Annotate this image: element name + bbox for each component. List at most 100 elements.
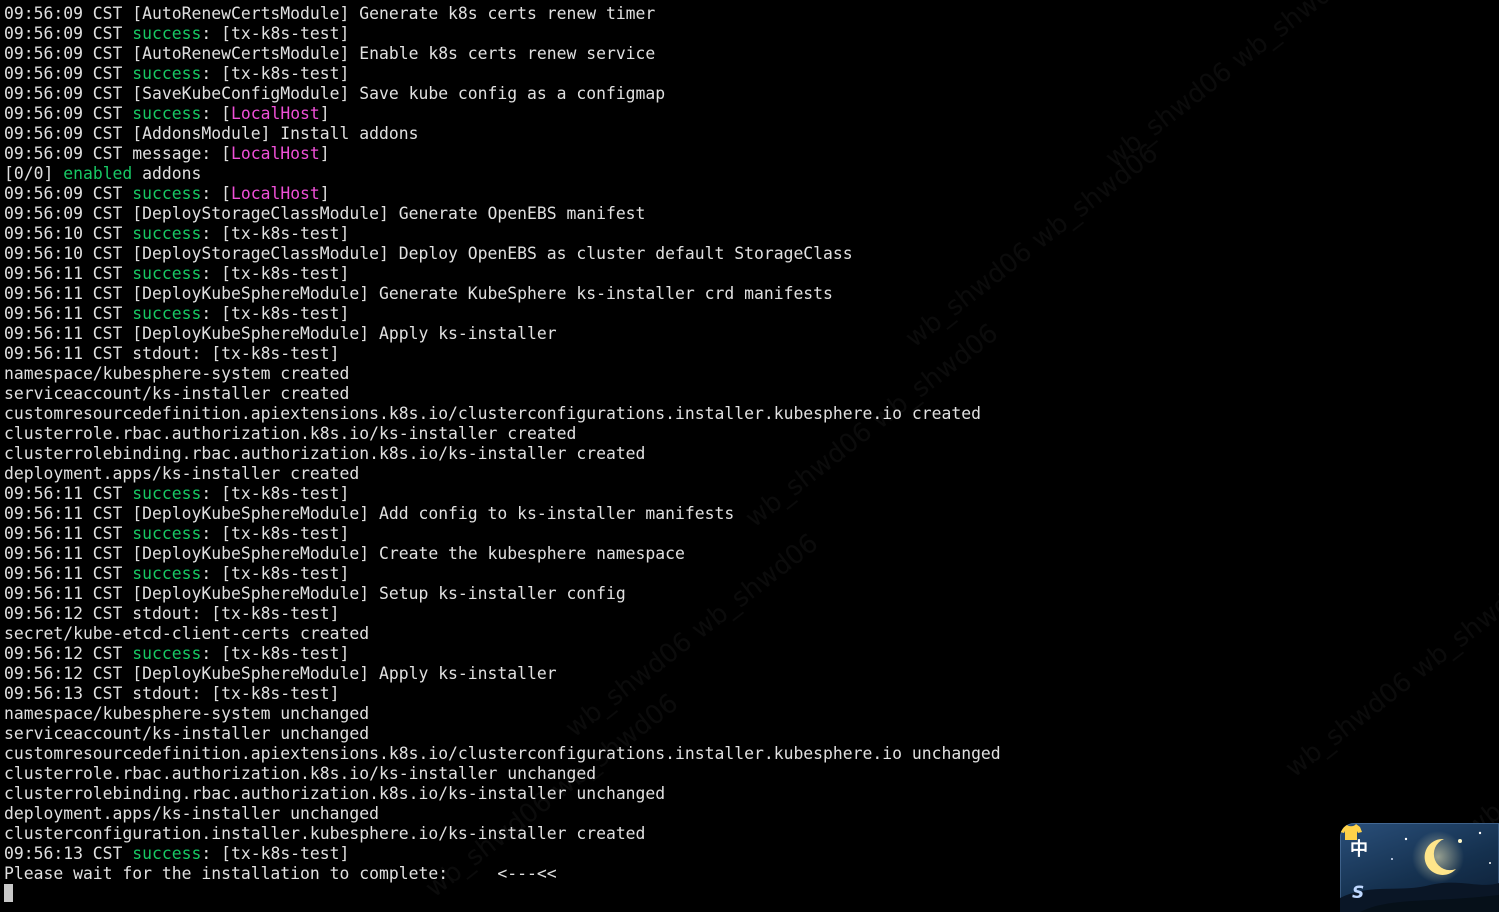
line-text: Please wait for the installation to comp…: [4, 864, 557, 883]
status-text: success: [132, 564, 202, 583]
line-text: 09:56:13 CST: [4, 844, 133, 863]
line-text: 09:56:13 CST stdout: [tx-k8s-test]: [4, 684, 340, 703]
line-text: : [tx-k8s-test]: [201, 644, 350, 663]
watermark-text: wb_shwd06 wb_shwd06: [1460, 628, 1499, 843]
terminal-line: serviceaccount/ks-installer created: [4, 384, 1334, 404]
terminal-line: namespace/kubesphere-system created: [4, 364, 1334, 384]
terminal-line: 09:56:09 CST [AutoRenewCertsModule] Enab…: [4, 44, 1334, 64]
terminal-line: 09:56:09 CST [DeployStorageClassModule] …: [4, 204, 1334, 224]
ime-toolbar[interactable]: 中 S: [1340, 823, 1499, 912]
line-text: : [tx-k8s-test]: [201, 224, 350, 243]
status-text: success: [132, 844, 202, 863]
line-text: 09:56:11 CST: [4, 304, 133, 323]
terminal-line: 09:56:11 CST [DeployKubeSphereModule] Cr…: [4, 544, 1334, 564]
terminal-line: clusterconfiguration.installer.kubespher…: [4, 824, 1334, 844]
line-text: customresourcedefinition.apiextensions.k…: [4, 744, 1001, 763]
terminal-line: 09:56:11 CST [DeployKubeSphereModule] Ge…: [4, 284, 1334, 304]
terminal-line: 09:56:11 CST success: [tx-k8s-test]: [4, 304, 1334, 324]
terminal-line: clusterrolebinding.rbac.authorization.k8…: [4, 784, 1334, 804]
line-text: 09:56:11 CST [DeployKubeSphereModule] Ge…: [4, 284, 833, 303]
line-text: serviceaccount/ks-installer created: [4, 384, 350, 403]
terminal-line: 09:56:13 CST success: [tx-k8s-test]: [4, 844, 1334, 864]
terminal-line: 09:56:11 CST success: [tx-k8s-test]: [4, 524, 1334, 544]
line-text: 09:56:12 CST stdout: [tx-k8s-test]: [4, 604, 340, 623]
line-text: 09:56:09 CST [SaveKubeConfigModule] Save…: [4, 84, 666, 103]
prompt-line[interactable]: [4, 884, 1334, 904]
line-text: : [tx-k8s-test]: [201, 564, 350, 583]
line-text: 09:56:12 CST: [4, 644, 133, 663]
line-text: 09:56:11 CST: [4, 564, 133, 583]
line-text: clusterrolebinding.rbac.authorization.k8…: [4, 784, 666, 803]
terminal-line: 09:56:10 CST success: [tx-k8s-test]: [4, 224, 1334, 244]
ime-s-glyph[interactable]: S: [1352, 883, 1364, 903]
line-text: ]: [319, 184, 330, 203]
line-text: 09:56:09 CST [AutoRenewCertsModule] Gene…: [4, 4, 656, 23]
line-text: : [: [201, 184, 231, 203]
terminal-line: Please wait for the installation to comp…: [4, 864, 1334, 884]
terminal-line: customresourcedefinition.apiextensions.k…: [4, 404, 1334, 424]
line-text: : [tx-k8s-test]: [201, 844, 350, 863]
line-text: : [tx-k8s-test]: [201, 304, 350, 323]
terminal-line: 09:56:09 CST [AddonsModule] Install addo…: [4, 124, 1334, 144]
terminal-line: 09:56:09 CST success: [LocalHost]: [4, 184, 1334, 204]
terminal-output[interactable]: 09:56:09 CST [AutoRenewCertsModule] Gene…: [4, 4, 1334, 908]
text-cursor: [4, 884, 13, 902]
terminal-line: clusterrolebinding.rbac.authorization.k8…: [4, 444, 1334, 464]
line-text: 09:56:09 CST [AddonsModule] Install addo…: [4, 124, 419, 143]
host-label: LocalHost: [230, 104, 320, 123]
line-text: [0/0]: [4, 164, 64, 183]
host-label: LocalHost: [230, 184, 320, 203]
line-text: clusterconfiguration.installer.kubespher…: [4, 824, 646, 843]
terminal-line: namespace/kubesphere-system unchanged: [4, 704, 1334, 724]
terminal-line: 09:56:11 CST stdout: [tx-k8s-test]: [4, 344, 1334, 364]
terminal-line: 09:56:11 CST success: [tx-k8s-test]: [4, 484, 1334, 504]
terminal-line: 09:56:12 CST [DeployKubeSphereModule] Ap…: [4, 664, 1334, 684]
terminal-line: serviceaccount/ks-installer unchanged: [4, 724, 1334, 744]
terminal-line: 09:56:09 CST [AutoRenewCertsModule] Gene…: [4, 4, 1334, 24]
terminal-line: 09:56:09 CST success: [tx-k8s-test]: [4, 64, 1334, 84]
host-label: LocalHost: [230, 144, 320, 163]
line-text: 09:56:11 CST stdout: [tx-k8s-test]: [4, 344, 340, 363]
line-text: ]: [319, 144, 330, 163]
terminal-line: clusterrole.rbac.authorization.k8s.io/ks…: [4, 764, 1334, 784]
line-text: secret/kube-etcd-client-certs created: [4, 624, 370, 643]
line-text: 09:56:11 CST: [4, 524, 133, 543]
line-text: 09:56:09 CST message: [: [4, 144, 231, 163]
line-text: 09:56:11 CST: [4, 264, 133, 283]
line-text: customresourcedefinition.apiextensions.k…: [4, 404, 981, 423]
line-text: : [tx-k8s-test]: [201, 524, 350, 543]
status-text: success: [132, 264, 202, 283]
tshirt-icon[interactable]: [1340, 823, 1362, 841]
terminal-line: deployment.apps/ks-installer unchanged: [4, 804, 1334, 824]
terminal-line: 09:56:13 CST stdout: [tx-k8s-test]: [4, 684, 1334, 704]
line-text: namespace/kubesphere-system unchanged: [4, 704, 370, 723]
line-text: : [tx-k8s-test]: [201, 484, 350, 503]
line-text: 09:56:11 CST [DeployKubeSphereModule] Ap…: [4, 324, 557, 343]
line-text: 09:56:09 CST: [4, 24, 133, 43]
terminal-line: 09:56:09 CST success: [LocalHost]: [4, 104, 1334, 124]
status-text: success: [132, 224, 202, 243]
line-text: ]: [319, 104, 330, 123]
status-text: success: [132, 64, 202, 83]
line-text: 09:56:09 CST [DeployStorageClassModule] …: [4, 204, 646, 223]
line-text: : [: [201, 104, 231, 123]
status-text: success: [132, 484, 202, 503]
terminal-line: 09:56:11 CST [DeployKubeSphereModule] Ap…: [4, 324, 1334, 344]
status-text: enabled: [63, 164, 133, 183]
status-text: success: [132, 644, 202, 663]
terminal-line: [0/0] enabled addons: [4, 164, 1334, 184]
line-text: clusterrole.rbac.authorization.k8s.io/ks…: [4, 424, 577, 443]
line-text: 09:56:09 CST: [4, 104, 133, 123]
line-text: 09:56:09 CST [AutoRenewCertsModule] Enab…: [4, 44, 656, 63]
line-text: clusterrolebinding.rbac.authorization.k8…: [4, 444, 646, 463]
terminal-line: 09:56:11 CST success: [tx-k8s-test]: [4, 564, 1334, 584]
line-text: 09:56:11 CST [DeployKubeSphereModule] Se…: [4, 584, 626, 603]
line-text: 09:56:10 CST: [4, 224, 133, 243]
line-text: 09:56:12 CST [DeployKubeSphereModule] Ap…: [4, 664, 557, 683]
line-text: 09:56:09 CST: [4, 64, 133, 83]
line-text: namespace/kubesphere-system created: [4, 364, 350, 383]
terminal-line: 09:56:10 CST [DeployStorageClassModule] …: [4, 244, 1334, 264]
status-text: success: [132, 24, 202, 43]
line-text: 09:56:09 CST: [4, 184, 133, 203]
terminal-line: clusterrole.rbac.authorization.k8s.io/ks…: [4, 424, 1334, 444]
